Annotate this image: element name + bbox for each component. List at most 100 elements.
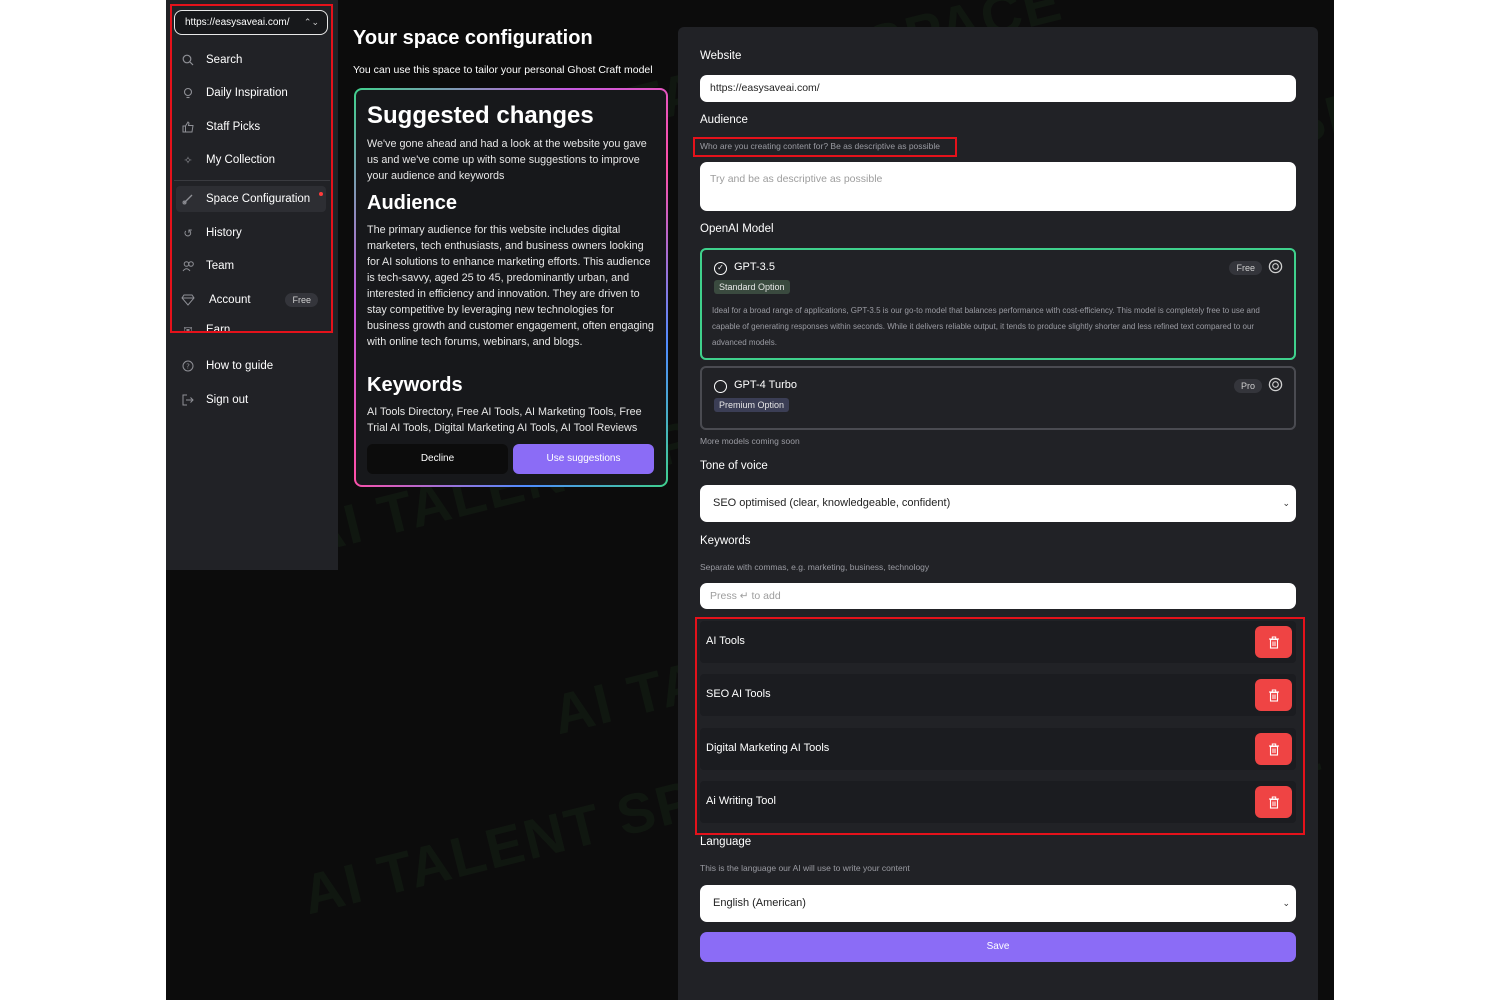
delete-keyword-button[interactable] [1255,626,1292,658]
keywords-input[interactable]: Press ↵ to add [700,583,1296,609]
language-hint: This is the language our AI will use to … [700,863,910,873]
audience-hint: Who are you creating content for? Be as … [700,141,941,151]
sidebar-item-sign-out[interactable]: Sign out [176,387,326,413]
thumbs-up-icon [180,119,196,135]
diamond-icon [180,292,196,308]
language-select[interactable]: English (American) ⌄ [700,885,1296,922]
sign-out-icon [180,392,196,408]
website-input[interactable]: https://easysaveai.com/ [700,75,1296,102]
sidebar-item-label: Staff Picks [206,121,261,133]
tone-selected-value: SEO optimised (clear, knowledgeable, con… [713,497,951,509]
configuration-form: Website https://easysaveai.com/ Audience… [678,27,1318,1000]
search-icon [180,52,196,68]
sidebar: https://easysaveai.com/ ⌃⌄ Search Daily … [166,0,338,570]
delete-keyword-button[interactable] [1255,679,1292,711]
model-tier-badge: Pro [1233,379,1262,393]
keywords-suggestion-text: AI Tools Directory, Free AI Tools, AI Ma… [367,406,642,434]
keyword-text: SEO AI Tools [706,688,771,700]
keywords-hint: Separate with commas, e.g. marketing, bu… [700,562,930,572]
decline-button[interactable]: Decline [367,444,508,474]
sidebar-item-history[interactable]: ↺ History [176,220,326,246]
suggestions-intro: We've gone ahead and had a look at the w… [367,138,647,182]
model-option-tag: Standard Option [714,280,790,294]
use-suggestions-button[interactable]: Use suggestions [513,444,654,474]
sidebar-divider [174,180,330,181]
sidebar-item-label: Sign out [206,394,249,406]
model-description: Ideal for a broad range of applications,… [712,306,1260,347]
tone-of-voice-label: Tone of voice [700,460,768,472]
trash-icon [1268,743,1279,756]
sidebar-item-label: Space Configuration [206,193,311,205]
save-button[interactable]: Save [700,932,1296,962]
selected-check-icon: ✓ [714,262,727,275]
sidebar-item-daily-inspiration[interactable]: Daily Inspiration [176,80,326,106]
help-icon: ? [180,358,196,374]
more-models-note: More models coming soon [700,436,800,446]
brush-icon [180,191,196,207]
trash-icon [1268,689,1279,702]
keyword-row: Ai Writing Tool [700,781,1296,823]
openai-logo-icon [1268,377,1283,392]
model-option-tag: Premium Option [714,398,790,412]
audience-suggestion-text: The primary audience for this website in… [367,224,654,348]
sidebar-item-space-configuration[interactable]: Space Configuration [176,186,326,212]
model-tier-badge: Free [1229,261,1262,275]
chevron-down-icon: ⌄ [1282,498,1290,508]
sparkle-icon: ✧ [183,154,193,167]
page-subtitle: You can use this space to tailor your pe… [353,64,653,76]
sidebar-item-team[interactable]: Team [176,253,326,279]
keyword-row: Digital Marketing AI Tools [700,728,1296,770]
model-name: GPT-4 Turbo [734,379,797,391]
openai-model-label: OpenAI Model [700,223,774,235]
keyword-row: AI Tools [700,621,1296,663]
sidebar-item-label: How to guide [206,360,274,372]
tone-of-voice-select[interactable]: SEO optimised (clear, knowledgeable, con… [700,485,1296,522]
page-title: Your space configuration [353,27,593,49]
select-chevron-icon: ⌃⌄ [303,17,319,27]
history-icon: ↺ [183,227,193,240]
sidebar-item-earn[interactable]: ✉ Earn [176,320,326,340]
website-label: Website [700,50,742,62]
trash-icon [1268,796,1279,809]
audience-textarea[interactable]: Try and be as descriptive as possible [700,162,1296,211]
site-url-value: https://easysaveai.com/ [185,17,290,28]
keyword-text: Ai Writing Tool [706,795,776,807]
radio-unselected-icon [714,380,727,393]
suggestions-heading: Suggested changes [367,102,594,129]
sidebar-item-label: Earn [206,324,231,336]
sidebar-item-how-to-guide[interactable]: ? How to guide [176,353,326,379]
model-card-gpt-4-turbo[interactable]: GPT-4 Turbo Premium Option Pro [700,366,1296,430]
keywords-heading: Keywords [367,374,463,396]
keyword-row: SEO AI Tools [700,674,1296,716]
lightbulb-icon [180,85,196,101]
model-name: GPT-3.5 [734,261,775,273]
suggested-changes-card: Suggested changes We've gone ahead and h… [354,88,668,487]
delete-keyword-button[interactable] [1255,733,1292,765]
svg-text:?: ? [186,363,190,371]
chevron-down-icon: ⌄ [1282,898,1290,908]
sidebar-item-my-collection[interactable]: ✧ My Collection [176,147,326,173]
language-selected-value: English (American) [713,897,806,909]
sidebar-item-label: Account [209,294,251,306]
sidebar-item-label: Daily Inspiration [206,87,288,99]
model-card-gpt-3-5[interactable]: ✓ GPT-3.5 Standard Option Free Ideal for… [700,248,1296,360]
sidebar-item-label: My Collection [206,154,276,166]
trash-icon [1268,636,1279,649]
sidebar-item-staff-picks[interactable]: Staff Picks [176,114,326,140]
audience-heading: Audience [367,192,458,214]
site-url-select[interactable]: https://easysaveai.com/ ⌃⌄ [174,10,328,35]
delete-keyword-button[interactable] [1255,786,1292,818]
language-label: Language [700,836,752,848]
mail-icon: ✉ [183,324,193,337]
sidebar-item-search[interactable]: Search [176,47,326,73]
sidebar-item-label: History [206,227,242,239]
keyword-text: AI Tools [706,635,745,647]
notification-dot [319,192,323,196]
keyword-text: Digital Marketing AI Tools [706,742,830,754]
sidebar-item-label: Team [206,260,235,272]
plan-badge: Free [285,293,318,307]
team-icon [180,258,196,274]
sidebar-item-account[interactable]: Account Free [176,287,326,313]
audience-label: Audience [700,114,748,126]
openai-logo-icon [1268,259,1283,274]
